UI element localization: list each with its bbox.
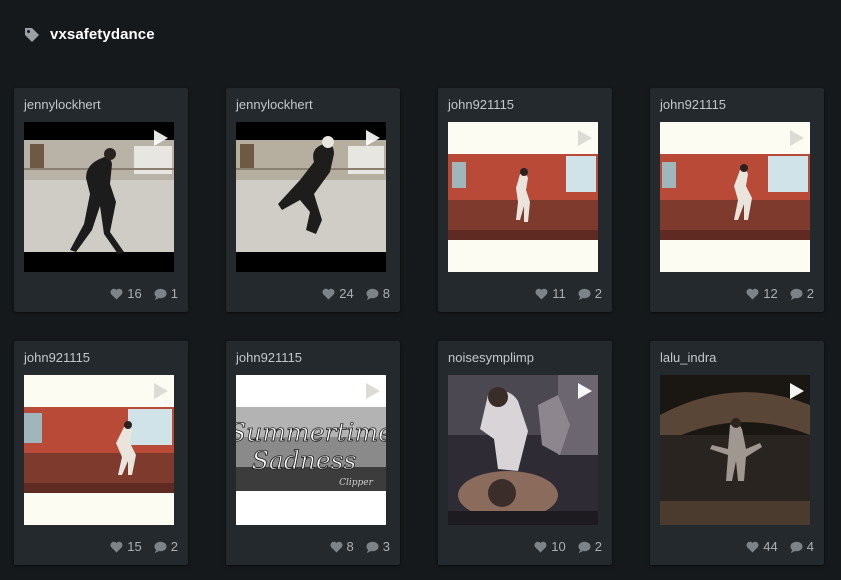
heart-icon bbox=[322, 288, 335, 299]
post-username[interactable]: john921115 bbox=[236, 350, 302, 365]
like-count: 15 bbox=[127, 539, 142, 554]
heart-icon bbox=[535, 288, 548, 299]
comment-count: 2 bbox=[594, 539, 602, 554]
comment-count: 4 bbox=[806, 539, 814, 554]
post-stats: 8 3 bbox=[330, 539, 390, 554]
overlay-line-2: Sadness bbox=[252, 446, 357, 475]
likes[interactable]: 8 bbox=[330, 539, 354, 554]
post-card[interactable]: jennylockhert 16 1 bbox=[14, 88, 188, 312]
overlay-line-1: Summertime bbox=[236, 418, 386, 447]
post-card[interactable]: noisesymplimp 10 2 bbox=[438, 341, 612, 565]
play-icon[interactable] bbox=[364, 129, 382, 152]
video-thumbnail[interactable] bbox=[236, 122, 386, 272]
heart-icon bbox=[110, 541, 123, 552]
play-icon[interactable] bbox=[152, 382, 170, 405]
like-count: 16 bbox=[127, 286, 142, 301]
post-card[interactable]: john921115 15 2 bbox=[14, 341, 188, 565]
heart-icon bbox=[534, 541, 547, 552]
post-stats: 16 1 bbox=[110, 286, 178, 301]
comment-icon bbox=[154, 541, 167, 553]
comments[interactable]: 3 bbox=[366, 539, 390, 554]
comment-count: 8 bbox=[382, 286, 390, 301]
comments[interactable]: 2 bbox=[578, 539, 602, 554]
comments[interactable]: 2 bbox=[578, 286, 602, 301]
video-thumbnail[interactable]: Summertime Sadness Clipper bbox=[236, 375, 386, 525]
comment-icon bbox=[578, 288, 591, 300]
comments[interactable]: 2 bbox=[154, 539, 178, 554]
tag-header: vxsafetydance bbox=[24, 26, 155, 43]
post-username[interactable]: john921115 bbox=[24, 350, 90, 365]
play-icon[interactable] bbox=[788, 382, 806, 405]
post-stats: 15 2 bbox=[110, 539, 178, 554]
comment-icon bbox=[578, 541, 591, 553]
comment-count: 2 bbox=[594, 286, 602, 301]
video-thumbnail[interactable] bbox=[24, 122, 174, 272]
like-count: 44 bbox=[763, 539, 778, 554]
post-card[interactable]: john921115 11 2 bbox=[438, 88, 612, 312]
heart-icon bbox=[330, 541, 343, 552]
likes[interactable]: 11 bbox=[535, 286, 566, 301]
comment-icon bbox=[154, 288, 167, 300]
comments[interactable]: 1 bbox=[154, 286, 178, 301]
play-icon[interactable] bbox=[364, 382, 382, 405]
video-thumbnail[interactable] bbox=[660, 122, 810, 272]
comment-icon bbox=[366, 541, 379, 553]
comment-count: 2 bbox=[170, 539, 178, 554]
play-icon[interactable] bbox=[576, 382, 594, 405]
overlay-signature: Clipper bbox=[339, 478, 373, 488]
post-username[interactable]: john921115 bbox=[448, 97, 514, 112]
comment-count: 3 bbox=[382, 539, 390, 554]
video-thumbnail[interactable] bbox=[660, 375, 810, 525]
like-count: 12 bbox=[763, 286, 778, 301]
comments[interactable]: 8 bbox=[366, 286, 390, 301]
post-card[interactable]: john921115 Summertime Sadness Clipper 8 bbox=[226, 341, 400, 565]
likes[interactable]: 10 bbox=[534, 539, 566, 554]
comment-icon bbox=[790, 288, 803, 300]
video-thumbnail[interactable] bbox=[448, 122, 598, 272]
post-card[interactable]: john921115 12 2 bbox=[650, 88, 824, 312]
comment-icon bbox=[366, 288, 379, 300]
post-stats: 44 4 bbox=[746, 539, 814, 554]
play-icon[interactable] bbox=[576, 129, 594, 152]
video-thumbnail[interactable] bbox=[24, 375, 174, 525]
likes[interactable]: 12 bbox=[746, 286, 778, 301]
post-card[interactable]: lalu_indra 44 4 bbox=[650, 341, 824, 565]
heart-icon bbox=[746, 541, 759, 552]
play-icon[interactable] bbox=[152, 129, 170, 152]
comments[interactable]: 4 bbox=[790, 539, 814, 554]
likes[interactable]: 16 bbox=[110, 286, 142, 301]
post-username[interactable]: noisesymplimp bbox=[448, 350, 534, 365]
comment-count: 2 bbox=[806, 286, 814, 301]
tag-icon bbox=[24, 27, 40, 43]
tag-title[interactable]: vxsafetydance bbox=[50, 26, 155, 43]
likes[interactable]: 44 bbox=[746, 539, 778, 554]
comments[interactable]: 2 bbox=[790, 286, 814, 301]
post-card[interactable]: jennylockhert 24 8 bbox=[226, 88, 400, 312]
post-username[interactable]: jennylockhert bbox=[24, 97, 101, 112]
heart-icon bbox=[110, 288, 123, 299]
like-count: 11 bbox=[552, 286, 566, 301]
post-stats: 24 8 bbox=[322, 286, 390, 301]
post-username[interactable]: jennylockhert bbox=[236, 97, 313, 112]
post-stats: 12 2 bbox=[746, 286, 814, 301]
tag-feed-page: vxsafetydance jennylockhert 16 1 jennylo… bbox=[0, 0, 841, 580]
likes[interactable]: 15 bbox=[110, 539, 142, 554]
play-icon[interactable] bbox=[788, 129, 806, 152]
like-count: 24 bbox=[339, 286, 354, 301]
heart-icon bbox=[746, 288, 759, 299]
comment-count: 1 bbox=[170, 286, 178, 301]
comment-icon bbox=[790, 541, 803, 553]
post-stats: 11 2 bbox=[535, 286, 602, 301]
video-thumbnail[interactable] bbox=[448, 375, 598, 525]
post-stats: 10 2 bbox=[534, 539, 602, 554]
post-username[interactable]: lalu_indra bbox=[660, 350, 716, 365]
post-username[interactable]: john921115 bbox=[660, 97, 726, 112]
like-count: 10 bbox=[551, 539, 566, 554]
likes[interactable]: 24 bbox=[322, 286, 354, 301]
like-count: 8 bbox=[346, 539, 354, 554]
